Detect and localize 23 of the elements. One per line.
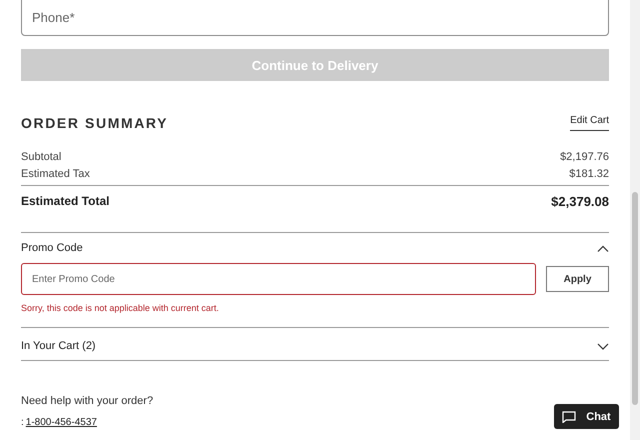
- error-message: Sorry, this code is not applicable with current cart.: [21, 303, 609, 328]
- summary-value: $181.32: [569, 168, 609, 180]
- promo-code-toggle[interactable]: Promo Code: [21, 242, 609, 254]
- chat-bubble-icon: [562, 410, 576, 422]
- summary-label: Estimated Tax: [21, 168, 90, 180]
- separator-text: :: [21, 417, 24, 428]
- cart-toggle[interactable]: In Your Cart (2): [21, 340, 609, 352]
- total-label: Estimated Total: [21, 194, 110, 209]
- edit-cart-link[interactable]: Edit Cart: [570, 115, 609, 131]
- section-title: ORDER SUMMARY: [21, 115, 168, 131]
- chevron-icon: [597, 244, 609, 252]
- help-question: Need help with your order?: [21, 395, 154, 407]
- total-value: $2,379.08: [551, 194, 609, 209]
- phone-field[interactable]: Phone*: [21, 0, 609, 36]
- chevron-icon: [597, 342, 609, 350]
- scrollbar[interactable]: [630, 0, 640, 440]
- scrollbar-thumb[interactable]: [632, 192, 638, 405]
- summary-value: $2,197.76: [560, 151, 609, 163]
- chat-button[interactable]: Chat: [554, 404, 619, 429]
- promo-code-field[interactable]: Enter Promo Code: [21, 263, 536, 295]
- phone-link[interactable]: 1-800-456-4537: [26, 417, 97, 428]
- apply-button[interactable]: Apply: [546, 266, 609, 292]
- summary-label: Subtotal: [21, 151, 62, 163]
